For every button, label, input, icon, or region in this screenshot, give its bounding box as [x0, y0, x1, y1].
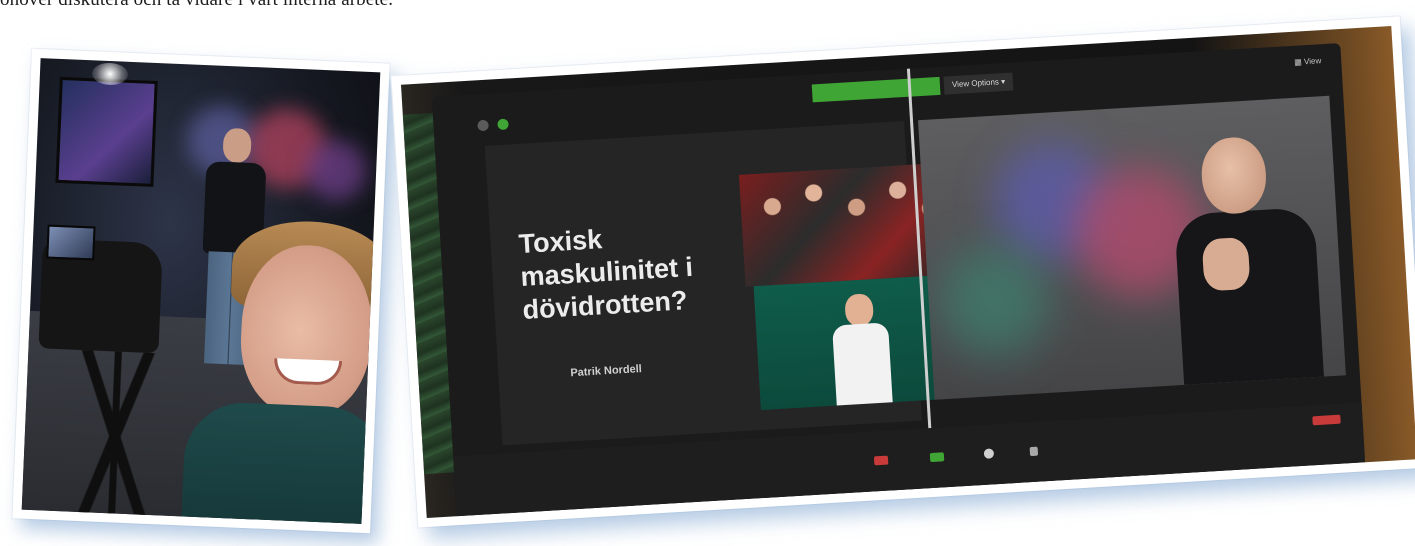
participants-icon — [983, 448, 995, 459]
window-zoom-dot — [497, 118, 509, 131]
view-options-button: View Options ▾ — [943, 72, 1014, 95]
zoom-meeting-image: View Options ▾ ▦ View Toxisk maskulinite… — [401, 25, 1415, 519]
computer-monitor: View Options ▾ ▦ View Toxisk maskulinite… — [431, 43, 1366, 517]
zoom-meeting-photo: View Options ▾ ▦ View Toxisk maskulinite… — [391, 16, 1415, 528]
zoom-top-bar: View Options ▾ — [811, 71, 1043, 103]
interpreter-hand — [1201, 236, 1251, 292]
interpreter-video — [918, 95, 1346, 400]
bokeh-light — [935, 242, 1053, 360]
view-button: ▦ View — [1293, 56, 1322, 67]
presenter-head — [222, 127, 252, 163]
camera-monitor — [46, 224, 96, 261]
slide-author: Patrik Nordell — [570, 363, 643, 380]
tennis-player-body — [832, 322, 893, 406]
bokeh-light — [304, 139, 368, 202]
chat-icon — [1029, 446, 1039, 457]
video-icon — [929, 452, 945, 463]
slide-title: Toxisk maskulinitet i dövidrotten? — [518, 218, 696, 327]
mute-icon — [873, 455, 889, 466]
window-close-dot — [477, 119, 489, 132]
studio-selfie-image — [21, 58, 381, 524]
interpreter-body — [1174, 206, 1324, 385]
shared-slide: Toxisk maskulinitet i dövidrotten? Patri… — [484, 121, 961, 446]
tennis-player-head — [844, 293, 875, 327]
zoom-sharing-bar — [811, 76, 941, 103]
page: önover diskutera och ta vidare i vårt in… — [0, 0, 1415, 546]
window-controls — [477, 116, 514, 136]
camera-tripod — [61, 349, 169, 524]
interpreter-head — [1199, 135, 1269, 216]
selfie-shirt — [180, 400, 381, 524]
sign-language-interpreter — [1170, 133, 1324, 385]
studio-selfie-photo — [12, 48, 390, 534]
end-meeting-button — [1312, 414, 1341, 426]
intro-text: önover diskutera och ta vidare i vårt in… — [0, 0, 393, 11]
studio-tv-screen — [55, 76, 158, 187]
tennis-player — [828, 292, 894, 406]
